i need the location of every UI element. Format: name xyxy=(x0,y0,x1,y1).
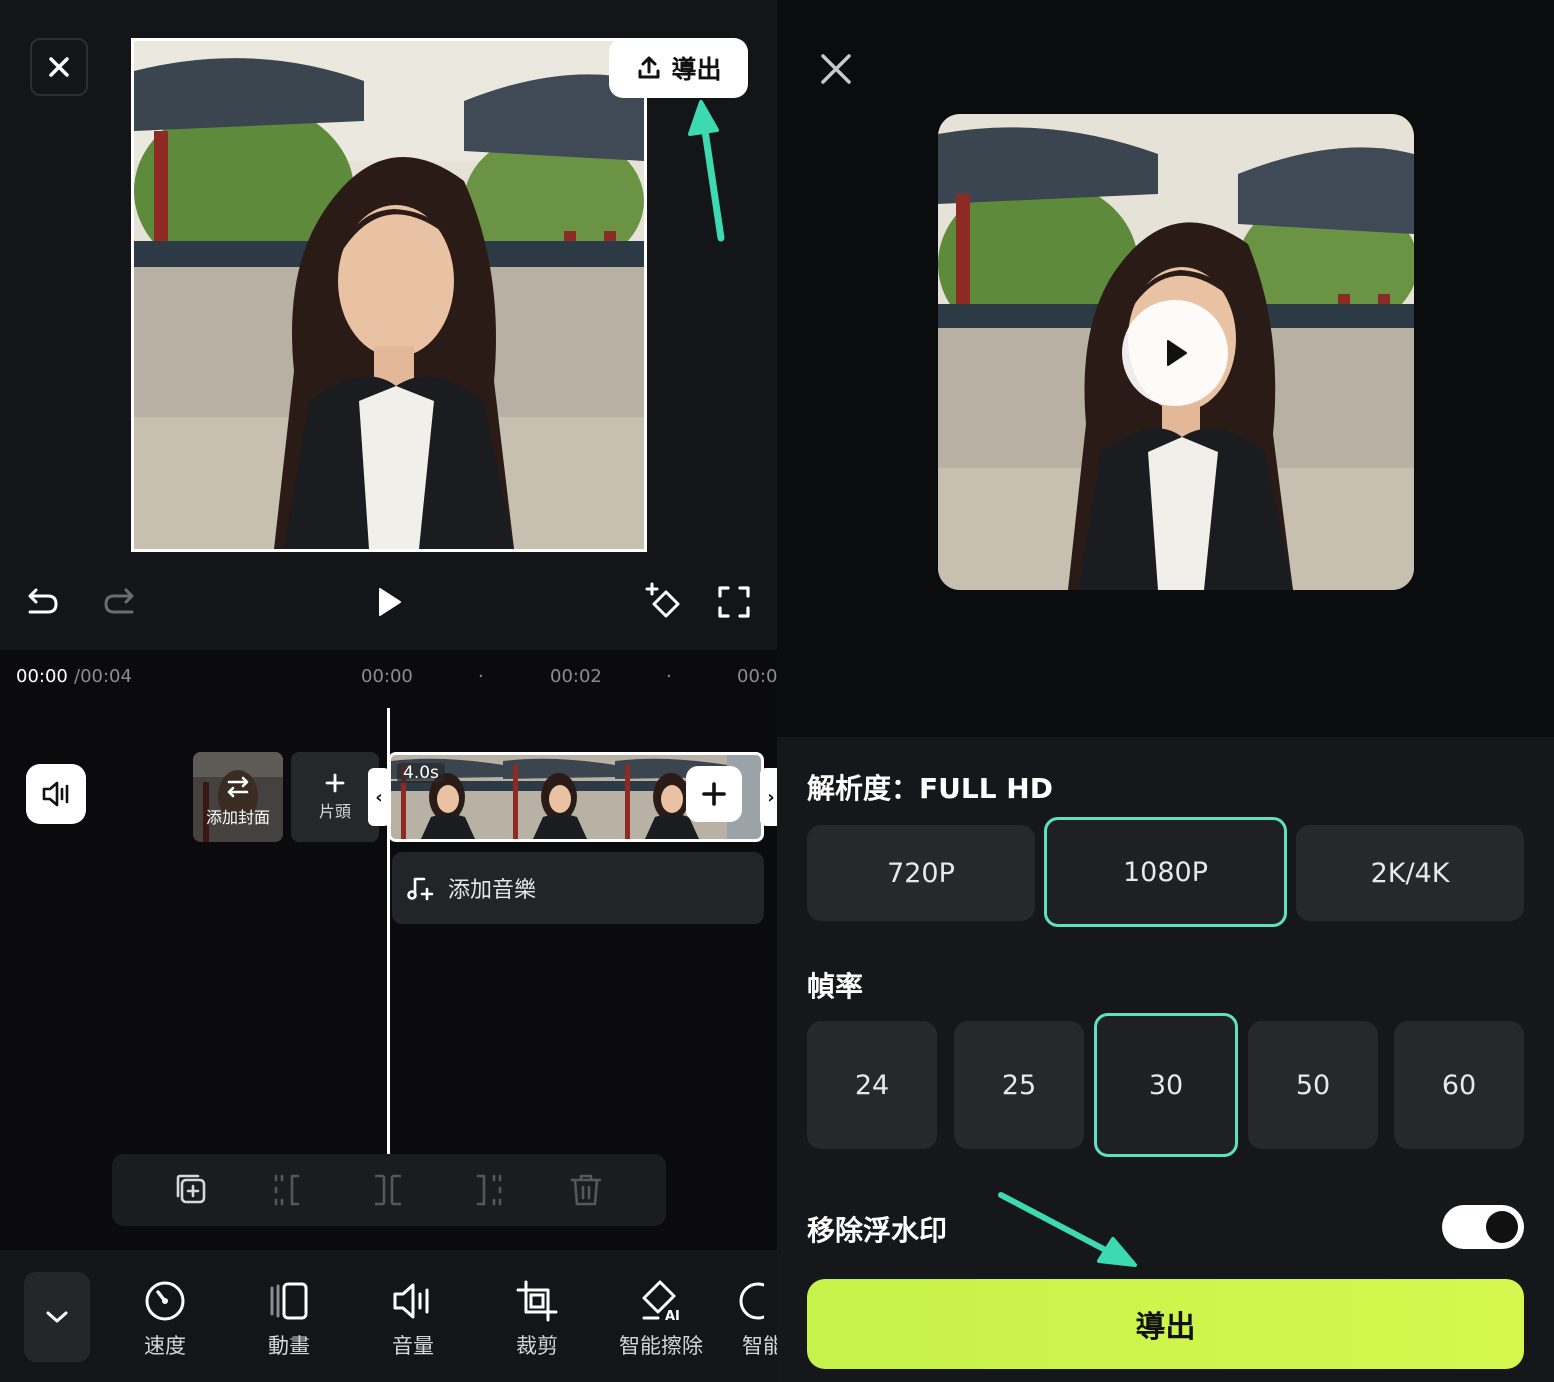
tool-volume[interactable]: 音量 xyxy=(358,1278,468,1360)
keyframe-button[interactable] xyxy=(640,578,688,626)
collapse-button[interactable] xyxy=(24,1272,90,1362)
redo-button[interactable] xyxy=(98,580,142,624)
tool-ai-erase-label: 智能擦除 xyxy=(619,1334,703,1358)
annotation-arrow-icon xyxy=(998,1192,1137,1267)
tool-crop-label: 裁剪 xyxy=(516,1334,558,1358)
close-editor-button[interactable] xyxy=(30,38,88,96)
framerate-25[interactable]: 25 xyxy=(954,1021,1084,1149)
ruler-tick-0: 00:00 xyxy=(361,666,413,687)
music-note-icon xyxy=(407,877,434,901)
export-settings-sheet: 解析度：FULL HD 720P 1080P 2K/4K 幀率 24 25 30… xyxy=(777,737,1554,1382)
add-cover-label: 添加封面 xyxy=(205,808,270,827)
framerate-50[interactable]: 50 xyxy=(1248,1021,1378,1149)
add-music-label: 添加音樂 xyxy=(448,878,537,903)
resolution-1080p[interactable]: 1080P xyxy=(1044,817,1287,927)
ruler-dot: · xyxy=(666,666,672,687)
play-icon xyxy=(1167,340,1187,366)
preview-play-button[interactable] xyxy=(1122,300,1228,406)
delete-icon[interactable] xyxy=(566,1170,606,1210)
smart-icon xyxy=(739,1282,764,1320)
redo-icon xyxy=(104,588,134,614)
speaker-icon xyxy=(42,781,69,807)
plus-icon xyxy=(325,773,345,793)
tool-speed[interactable]: 速度 xyxy=(110,1278,220,1360)
tool-speed-label: 速度 xyxy=(144,1334,186,1358)
intro-label: 片頭 xyxy=(318,802,351,821)
bottom-tool-bar: 速度 動畫 音量 裁剪 AI 智能擦除 智能 xyxy=(0,1250,777,1382)
clip-edit-toolbar xyxy=(112,1154,666,1226)
export-panel: 解析度：FULL HD 720P 1080P 2K/4K 幀率 24 25 30… xyxy=(777,0,1554,1382)
copy-icon[interactable] xyxy=(172,1170,212,1210)
ruler-tick-2: 00:02 xyxy=(550,666,602,687)
fullscreen-icon xyxy=(718,586,750,618)
add-music-button[interactable]: 添加音樂 xyxy=(392,852,764,924)
undo-button[interactable] xyxy=(20,580,64,624)
add-cover-button[interactable]: 添加封面 xyxy=(193,752,283,842)
preview-image xyxy=(134,41,644,549)
clip-frame xyxy=(503,755,615,839)
preview-area: 導出 xyxy=(0,0,777,650)
speed-icon xyxy=(145,1281,185,1321)
plus-icon xyxy=(702,782,726,806)
clip-duration-badge: 4.0s xyxy=(397,763,445,783)
split-right-icon[interactable] xyxy=(466,1170,506,1210)
tool-crop[interactable]: 裁剪 xyxy=(482,1278,592,1360)
svg-text:AI: AI xyxy=(665,1309,680,1324)
ai-erase-icon: AI xyxy=(642,1280,680,1324)
cover-thumbnail xyxy=(193,752,283,842)
tool-smart-label: 智能 xyxy=(742,1334,777,1358)
split-left-icon[interactable] xyxy=(270,1170,310,1210)
keyframe-icon xyxy=(645,582,680,618)
ruler-dot: · xyxy=(478,666,484,687)
play-icon xyxy=(379,588,401,616)
split-icon[interactable] xyxy=(368,1170,408,1210)
timeline-ruler: 00:00 /00:04 00:00 · 00:02 · 00:0 xyxy=(0,666,777,694)
play-button[interactable] xyxy=(366,580,410,624)
undo-icon xyxy=(28,588,58,614)
framerate-30[interactable]: 30 xyxy=(1094,1013,1238,1157)
animation-icon xyxy=(270,1282,308,1320)
tool-ai-erase[interactable]: AI 智能擦除 xyxy=(606,1278,716,1360)
resolution-720p[interactable]: 720P xyxy=(807,825,1035,921)
close-export-button[interactable] xyxy=(817,50,855,88)
ruler-tick-4: 00:0 xyxy=(737,666,777,687)
volume-icon xyxy=(393,1283,429,1319)
resolution-2k4k[interactable]: 2K/4K xyxy=(1296,825,1524,921)
export-top-button[interactable]: 導出 xyxy=(609,38,748,98)
tool-animation[interactable]: 動畫 xyxy=(234,1278,344,1360)
upload-icon xyxy=(638,56,660,79)
tool-animation-label: 動畫 xyxy=(268,1334,310,1358)
video-preview[interactable] xyxy=(131,38,647,552)
mute-audio-button[interactable] xyxy=(26,764,86,824)
crop-icon xyxy=(516,1280,558,1322)
total-time: /00:04 xyxy=(74,666,132,687)
tool-smart[interactable]: 智能 xyxy=(718,1278,777,1360)
chevron-left-icon: ‹ xyxy=(375,786,383,808)
resolution-title: 解析度：FULL HD xyxy=(807,772,1053,805)
export-preview[interactable] xyxy=(938,114,1414,590)
add-intro-button[interactable]: 片頭 xyxy=(291,752,379,842)
chevron-right-icon: › xyxy=(767,786,775,808)
tool-volume-label: 音量 xyxy=(392,1334,434,1358)
fullscreen-button[interactable] xyxy=(712,580,756,624)
add-clip-button[interactable] xyxy=(686,766,742,822)
close-icon xyxy=(821,54,851,84)
chevron-down-icon xyxy=(46,1311,68,1323)
close-icon xyxy=(49,57,69,77)
playhead[interactable] xyxy=(387,708,390,1154)
editor-panel: 導出 00:00 /00:04 00:00 · 00:02 · 00:0 添加封… xyxy=(0,0,777,1382)
framerate-60[interactable]: 60 xyxy=(1394,1021,1524,1149)
framerate-title: 幀率 xyxy=(807,970,864,1003)
export-button[interactable]: 導出 xyxy=(807,1279,1524,1369)
framerate-24[interactable]: 24 xyxy=(807,1021,937,1149)
export-top-label: 導出 xyxy=(671,55,722,84)
clip-right-handle[interactable]: › xyxy=(760,768,777,826)
current-time: 00:00 xyxy=(16,666,68,687)
